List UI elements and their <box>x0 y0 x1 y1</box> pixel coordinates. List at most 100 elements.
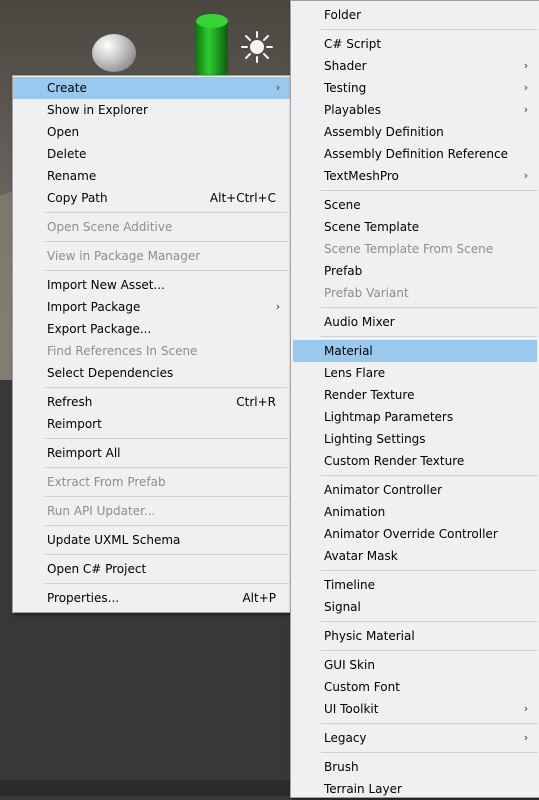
menu-item-custom-render-texture[interactable]: Custom Render Texture <box>291 450 539 472</box>
menu-item-testing[interactable]: Testing › <box>291 77 539 99</box>
menu-item-label: Legacy <box>324 731 367 745</box>
menu-item-label: Show in Explorer <box>47 103 148 117</box>
menu-item-label: Find References In Scene <box>47 344 198 358</box>
menu-item-textmeshpro[interactable]: TextMeshPro › <box>291 165 539 187</box>
menu-item-render-texture[interactable]: Render Texture <box>291 384 539 406</box>
menu-item-label: Animator Controller <box>324 483 443 497</box>
menu-item-material[interactable]: Material <box>293 340 537 362</box>
directional-light-icon[interactable] <box>240 30 274 64</box>
menu-item-signal[interactable]: Signal <box>291 596 539 618</box>
menu-item-avatar-mask[interactable]: Avatar Mask <box>291 545 539 567</box>
chevron-right-icon: › <box>523 731 529 744</box>
menu-item-open-scene-additive: Open Scene Additive <box>13 216 291 238</box>
menu-item-properties[interactable]: Properties... Alt+P <box>13 587 291 609</box>
menu-item-label: Properties... <box>47 591 120 605</box>
menu-item-label: Select Dependencies <box>47 366 174 380</box>
menu-separator <box>45 525 289 526</box>
menu-item-update-uxml-schema[interactable]: Update UXML Schema <box>13 529 291 551</box>
menu-item-open-csharp-project[interactable]: Open C# Project <box>13 558 291 580</box>
menu-item-reimport-all[interactable]: Reimport All <box>13 442 291 464</box>
shortcut-label: Alt+Ctrl+C <box>209 191 276 205</box>
menu-item-legacy[interactable]: Legacy › <box>291 727 539 749</box>
menu-item-label: Render Texture <box>324 388 415 402</box>
menu-item-delete[interactable]: Delete <box>13 143 291 165</box>
menu-item-label: Playables <box>324 103 381 117</box>
menu-item-copy-path[interactable]: Copy Path Alt+Ctrl+C <box>13 187 291 209</box>
menu-item-label: UI Toolkit <box>324 702 379 716</box>
menu-item-physic-material[interactable]: Physic Material <box>291 625 539 647</box>
menu-separator <box>45 438 289 439</box>
menu-item-lighting-settings[interactable]: Lighting Settings <box>291 428 539 450</box>
menu-item-extract-from-prefab: Extract From Prefab <box>13 471 291 493</box>
menu-item-label: Assembly Definition Reference <box>324 147 509 161</box>
menu-item-shader[interactable]: Shader › <box>291 55 539 77</box>
menu-item-label: Brush <box>324 760 359 774</box>
menu-separator <box>321 570 537 571</box>
menu-separator <box>321 475 537 476</box>
menu-item-import-package[interactable]: Import Package › <box>13 296 291 318</box>
menu-item-assembly-definition-reference[interactable]: Assembly Definition Reference <box>291 143 539 165</box>
menu-item-playables[interactable]: Playables › <box>291 99 539 121</box>
menu-separator <box>321 190 537 191</box>
chevron-right-icon: › <box>275 300 281 313</box>
menu-item-label: Lighting Settings <box>324 432 426 446</box>
menu-item-label: Physic Material <box>324 629 415 643</box>
menu-separator <box>45 241 289 242</box>
menu-item-label: Export Package... <box>47 322 152 336</box>
menu-item-ui-toolkit[interactable]: UI Toolkit › <box>291 698 539 720</box>
menu-item-prefab-variant: Prefab Variant <box>291 282 539 304</box>
menu-item-rename[interactable]: Rename <box>13 165 291 187</box>
menu-item-export-package[interactable]: Export Package... <box>13 318 291 340</box>
shortcut-label: Ctrl+R <box>236 395 276 409</box>
menu-item-label: Avatar Mask <box>324 549 398 563</box>
menu-item-label: GUI Skin <box>324 658 375 672</box>
menu-item-label: Assembly Definition <box>324 125 444 139</box>
menu-item-refresh[interactable]: Refresh Ctrl+R <box>13 391 291 413</box>
menu-item-run-api-updater: Run API Updater... <box>13 500 291 522</box>
menu-item-label: Timeline <box>324 578 376 592</box>
menu-item-label: Update UXML Schema <box>47 533 181 547</box>
cylinder-object[interactable] <box>196 14 228 78</box>
menu-item-scene[interactable]: Scene <box>291 194 539 216</box>
menu-item-lightmap-parameters[interactable]: Lightmap Parameters <box>291 406 539 428</box>
menu-item-prefab[interactable]: Prefab <box>291 260 539 282</box>
menu-item-csharp-script[interactable]: C# Script <box>291 33 539 55</box>
menu-item-lens-flare[interactable]: Lens Flare <box>291 362 539 384</box>
menu-item-label: Custom Font <box>324 680 400 694</box>
menu-item-label: Reimport All <box>47 446 121 460</box>
menu-item-custom-font[interactable]: Custom Font <box>291 676 539 698</box>
sphere-object[interactable] <box>92 34 136 72</box>
menu-item-label: Lens Flare <box>324 366 386 380</box>
menu-item-label: Scene Template <box>324 220 420 234</box>
menu-item-find-references: Find References In Scene <box>13 340 291 362</box>
menu-item-label: Create <box>47 81 87 95</box>
menu-item-label: Lightmap Parameters <box>324 410 454 424</box>
menu-item-show-in-explorer[interactable]: Show in Explorer <box>13 99 291 121</box>
menu-item-import-new-asset[interactable]: Import New Asset... <box>13 274 291 296</box>
menu-item-audio-mixer[interactable]: Audio Mixer <box>291 311 539 333</box>
menu-item-animation[interactable]: Animation <box>291 501 539 523</box>
menu-item-reimport[interactable]: Reimport <box>13 413 291 435</box>
menu-separator <box>321 29 537 30</box>
menu-item-create[interactable]: Create › <box>13 77 291 99</box>
menu-item-label: Reimport <box>47 417 102 431</box>
menu-item-terrain-layer[interactable]: Terrain Layer <box>291 778 539 800</box>
menu-item-scene-template[interactable]: Scene Template <box>291 216 539 238</box>
menu-item-animator-override-controller[interactable]: Animator Override Controller <box>291 523 539 545</box>
menu-item-brush[interactable]: Brush <box>291 756 539 778</box>
menu-item-view-in-package-manager: View in Package Manager <box>13 245 291 267</box>
menu-item-label: Prefab <box>324 264 363 278</box>
menu-item-folder[interactable]: Folder <box>291 4 539 26</box>
menu-item-open[interactable]: Open <box>13 121 291 143</box>
menu-item-assembly-definition[interactable]: Assembly Definition <box>291 121 539 143</box>
menu-item-timeline[interactable]: Timeline <box>291 574 539 596</box>
menu-separator <box>45 212 289 213</box>
menu-separator <box>321 752 537 753</box>
menu-item-select-dependencies[interactable]: Select Dependencies <box>13 362 291 384</box>
menu-separator <box>45 496 289 497</box>
status-strip <box>0 780 290 796</box>
menu-separator <box>45 583 289 584</box>
menu-item-animator-controller[interactable]: Animator Controller <box>291 479 539 501</box>
menu-item-label: Open <box>47 125 80 139</box>
menu-item-gui-skin[interactable]: GUI Skin <box>291 654 539 676</box>
